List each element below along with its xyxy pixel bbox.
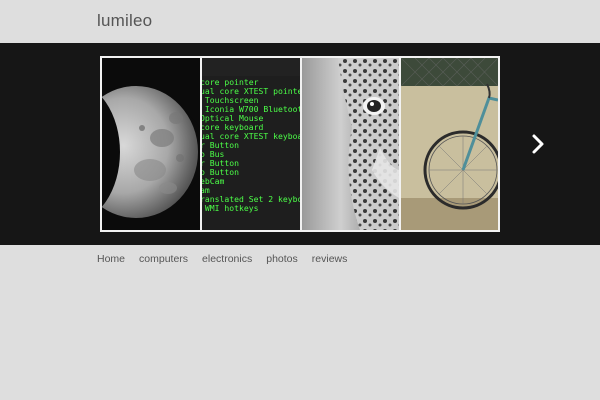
main-nav: Home computers electronics photos review… xyxy=(97,253,361,265)
terminal-header xyxy=(202,58,300,76)
nav-reviews[interactable]: reviews xyxy=(312,253,348,265)
image-slider[interactable]: core pointer ual core XTEST pointer Touch… xyxy=(100,56,500,232)
terminal-line: ebCam xyxy=(202,176,225,186)
slide-terminal-image[interactable]: core pointer ual core XTEST pointer Touch… xyxy=(202,58,300,230)
nav-home[interactable]: Home xyxy=(97,253,125,265)
nav-photos[interactable]: photos xyxy=(266,253,298,265)
slide-moon-image[interactable] xyxy=(102,58,200,230)
site-title[interactable]: lumileo xyxy=(97,11,152,31)
nav-computers[interactable]: computers xyxy=(139,253,188,265)
chevron-right-icon[interactable] xyxy=(528,133,548,155)
terminal-line: WMI hotkeys xyxy=(202,203,259,213)
nav-electronics[interactable]: electronics xyxy=(202,253,252,265)
slide-bicycle-image[interactable] xyxy=(401,58,498,230)
slide-leopard-image[interactable] xyxy=(302,58,399,230)
terminal-text: core pointer ual core XTEST pointer Touch… xyxy=(202,78,300,213)
